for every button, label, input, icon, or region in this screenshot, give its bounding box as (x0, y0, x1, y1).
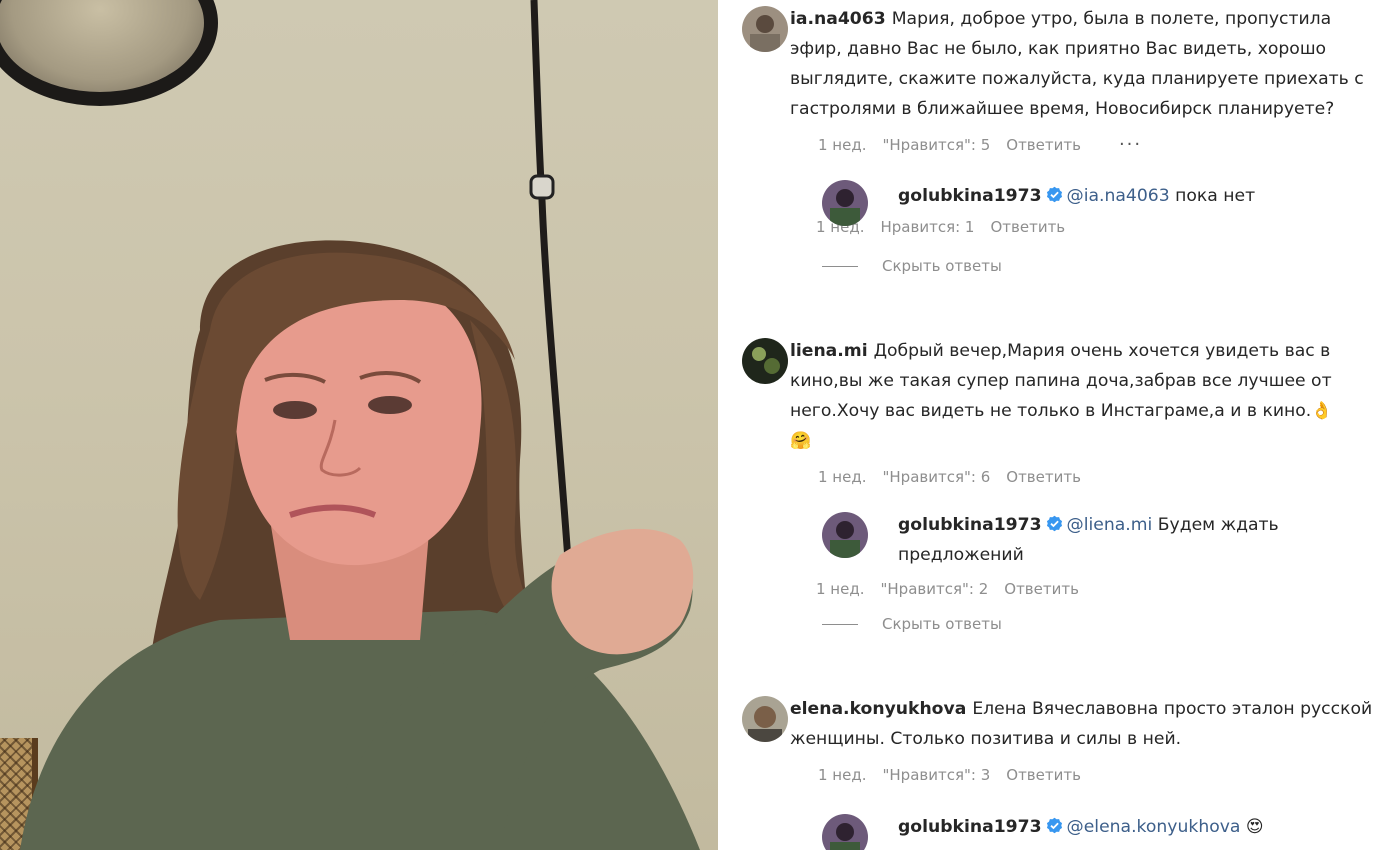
comment-likes[interactable]: "Нравится": 5 (883, 136, 991, 154)
more-dots-icon[interactable]: ··· (1119, 136, 1142, 154)
hugging-face-emoji: 🤗 (790, 431, 812, 451)
comment-item: elena.konyukhova Елена Вячеславовна прост… (742, 694, 1382, 786)
hide-replies-label[interactable]: Скрыть ответы (882, 615, 1002, 633)
reply-meta: 1 нед. Нравится: 1 Ответить (816, 216, 1382, 238)
reply-button[interactable]: Ответить (990, 218, 1065, 236)
comment-username[interactable]: elena.konyukhova (790, 699, 966, 719)
comment-item: liena.mi Добрый вечер,Мария очень хочется… (742, 336, 1382, 488)
reply-likes[interactable]: Нравится: 1 (881, 218, 975, 236)
divider-line (822, 623, 858, 625)
comment-body: Добрый вечер,Мария очень хочется увидеть… (790, 341, 1332, 421)
reply-mention[interactable]: @elena.konyukhova (1067, 817, 1241, 837)
reply-item: golubkina1973 @liena.mi Будем ждать предл… (816, 510, 1382, 600)
person-figure (20, 240, 700, 850)
reply-username[interactable]: golubkina1973 (898, 817, 1042, 837)
reply-item: golubkina1973 @elena.konyukhova 😍 (822, 812, 1382, 850)
avatar[interactable] (742, 6, 788, 52)
comment-likes[interactable]: "Нравится": 3 (883, 766, 991, 784)
verified-badge-icon (1046, 515, 1062, 532)
reply-button[interactable]: Ответить (1004, 580, 1079, 598)
divider-line (822, 265, 858, 267)
reply-text: golubkina1973 @ia.na4063 пока нет (898, 178, 1382, 214)
avatar[interactable] (822, 180, 868, 226)
comment-text: ia.na4063 Мария, доброе утро, была в поле… (790, 4, 1382, 124)
reply-username[interactable]: golubkina1973 (898, 186, 1042, 206)
reply-likes[interactable]: "Нравится": 2 (881, 580, 989, 598)
comment-item: ia.na4063 Мария, доброе утро, была в поле… (742, 4, 1382, 156)
reply-button[interactable]: Ответить (1006, 136, 1081, 154)
avatar[interactable] (742, 338, 788, 384)
comment-likes[interactable]: "Нравится": 6 (883, 468, 991, 486)
reply-button[interactable]: Ответить (1006, 766, 1081, 784)
reply-mention[interactable]: @liena.mi (1067, 515, 1153, 535)
comment-username[interactable]: ia.na4063 (790, 9, 886, 29)
reply-button[interactable]: Ответить (1006, 468, 1081, 486)
hide-replies-button[interactable]: Скрыть ответы (822, 615, 1002, 633)
hide-replies-button[interactable]: Скрыть ответы (822, 257, 1002, 275)
reply-text: golubkina1973 @elena.konyukhova 😍 (898, 812, 1382, 842)
reply-item: golubkina1973 @ia.na4063 пока нет 1 нед. … (816, 178, 1382, 238)
reply-meta: 1 нед. "Нравится": 2 Ответить (816, 578, 1382, 600)
reply-mention[interactable]: @ia.na4063 (1067, 186, 1170, 206)
comment-text: liena.mi Добрый вечер,Мария очень хочется… (790, 336, 1382, 456)
comment-username[interactable]: liena.mi (790, 341, 868, 361)
reply-username[interactable]: golubkina1973 (898, 515, 1042, 535)
comment-meta: 1 нед. "Нравится": 5 Ответить ··· (818, 134, 1382, 156)
heart-eyes-emoji: 😍 (1245, 817, 1264, 837)
comment-meta: 1 нед. "Нравится": 6 Ответить (818, 466, 1382, 488)
reply-text: golubkina1973 @liena.mi Будем ждать предл… (898, 510, 1382, 570)
hide-replies-label[interactable]: Скрыть ответы (882, 257, 1002, 275)
ok-hand-emoji: 👌 (1311, 401, 1333, 421)
live-video-frame (0, 0, 718, 850)
comment-time: 1 нед. (818, 136, 867, 154)
verified-badge-icon (1046, 186, 1062, 203)
avatar[interactable] (822, 814, 868, 850)
avatar[interactable] (742, 696, 788, 742)
avatar[interactable] (822, 512, 868, 558)
verified-badge-icon (1046, 817, 1062, 834)
comment-text: elena.konyukhova Елена Вячеславовна прост… (790, 694, 1382, 754)
comment-time: 1 нед. (818, 468, 867, 486)
comments-panel: ia.na4063 Мария, доброе утро, была в поле… (718, 0, 1400, 850)
reply-time: 1 нед. (816, 580, 865, 598)
reply-body: пока нет (1175, 186, 1256, 206)
comment-meta: 1 нед. "Нравится": 3 Ответить (818, 764, 1382, 786)
comment-time: 1 нед. (818, 766, 867, 784)
